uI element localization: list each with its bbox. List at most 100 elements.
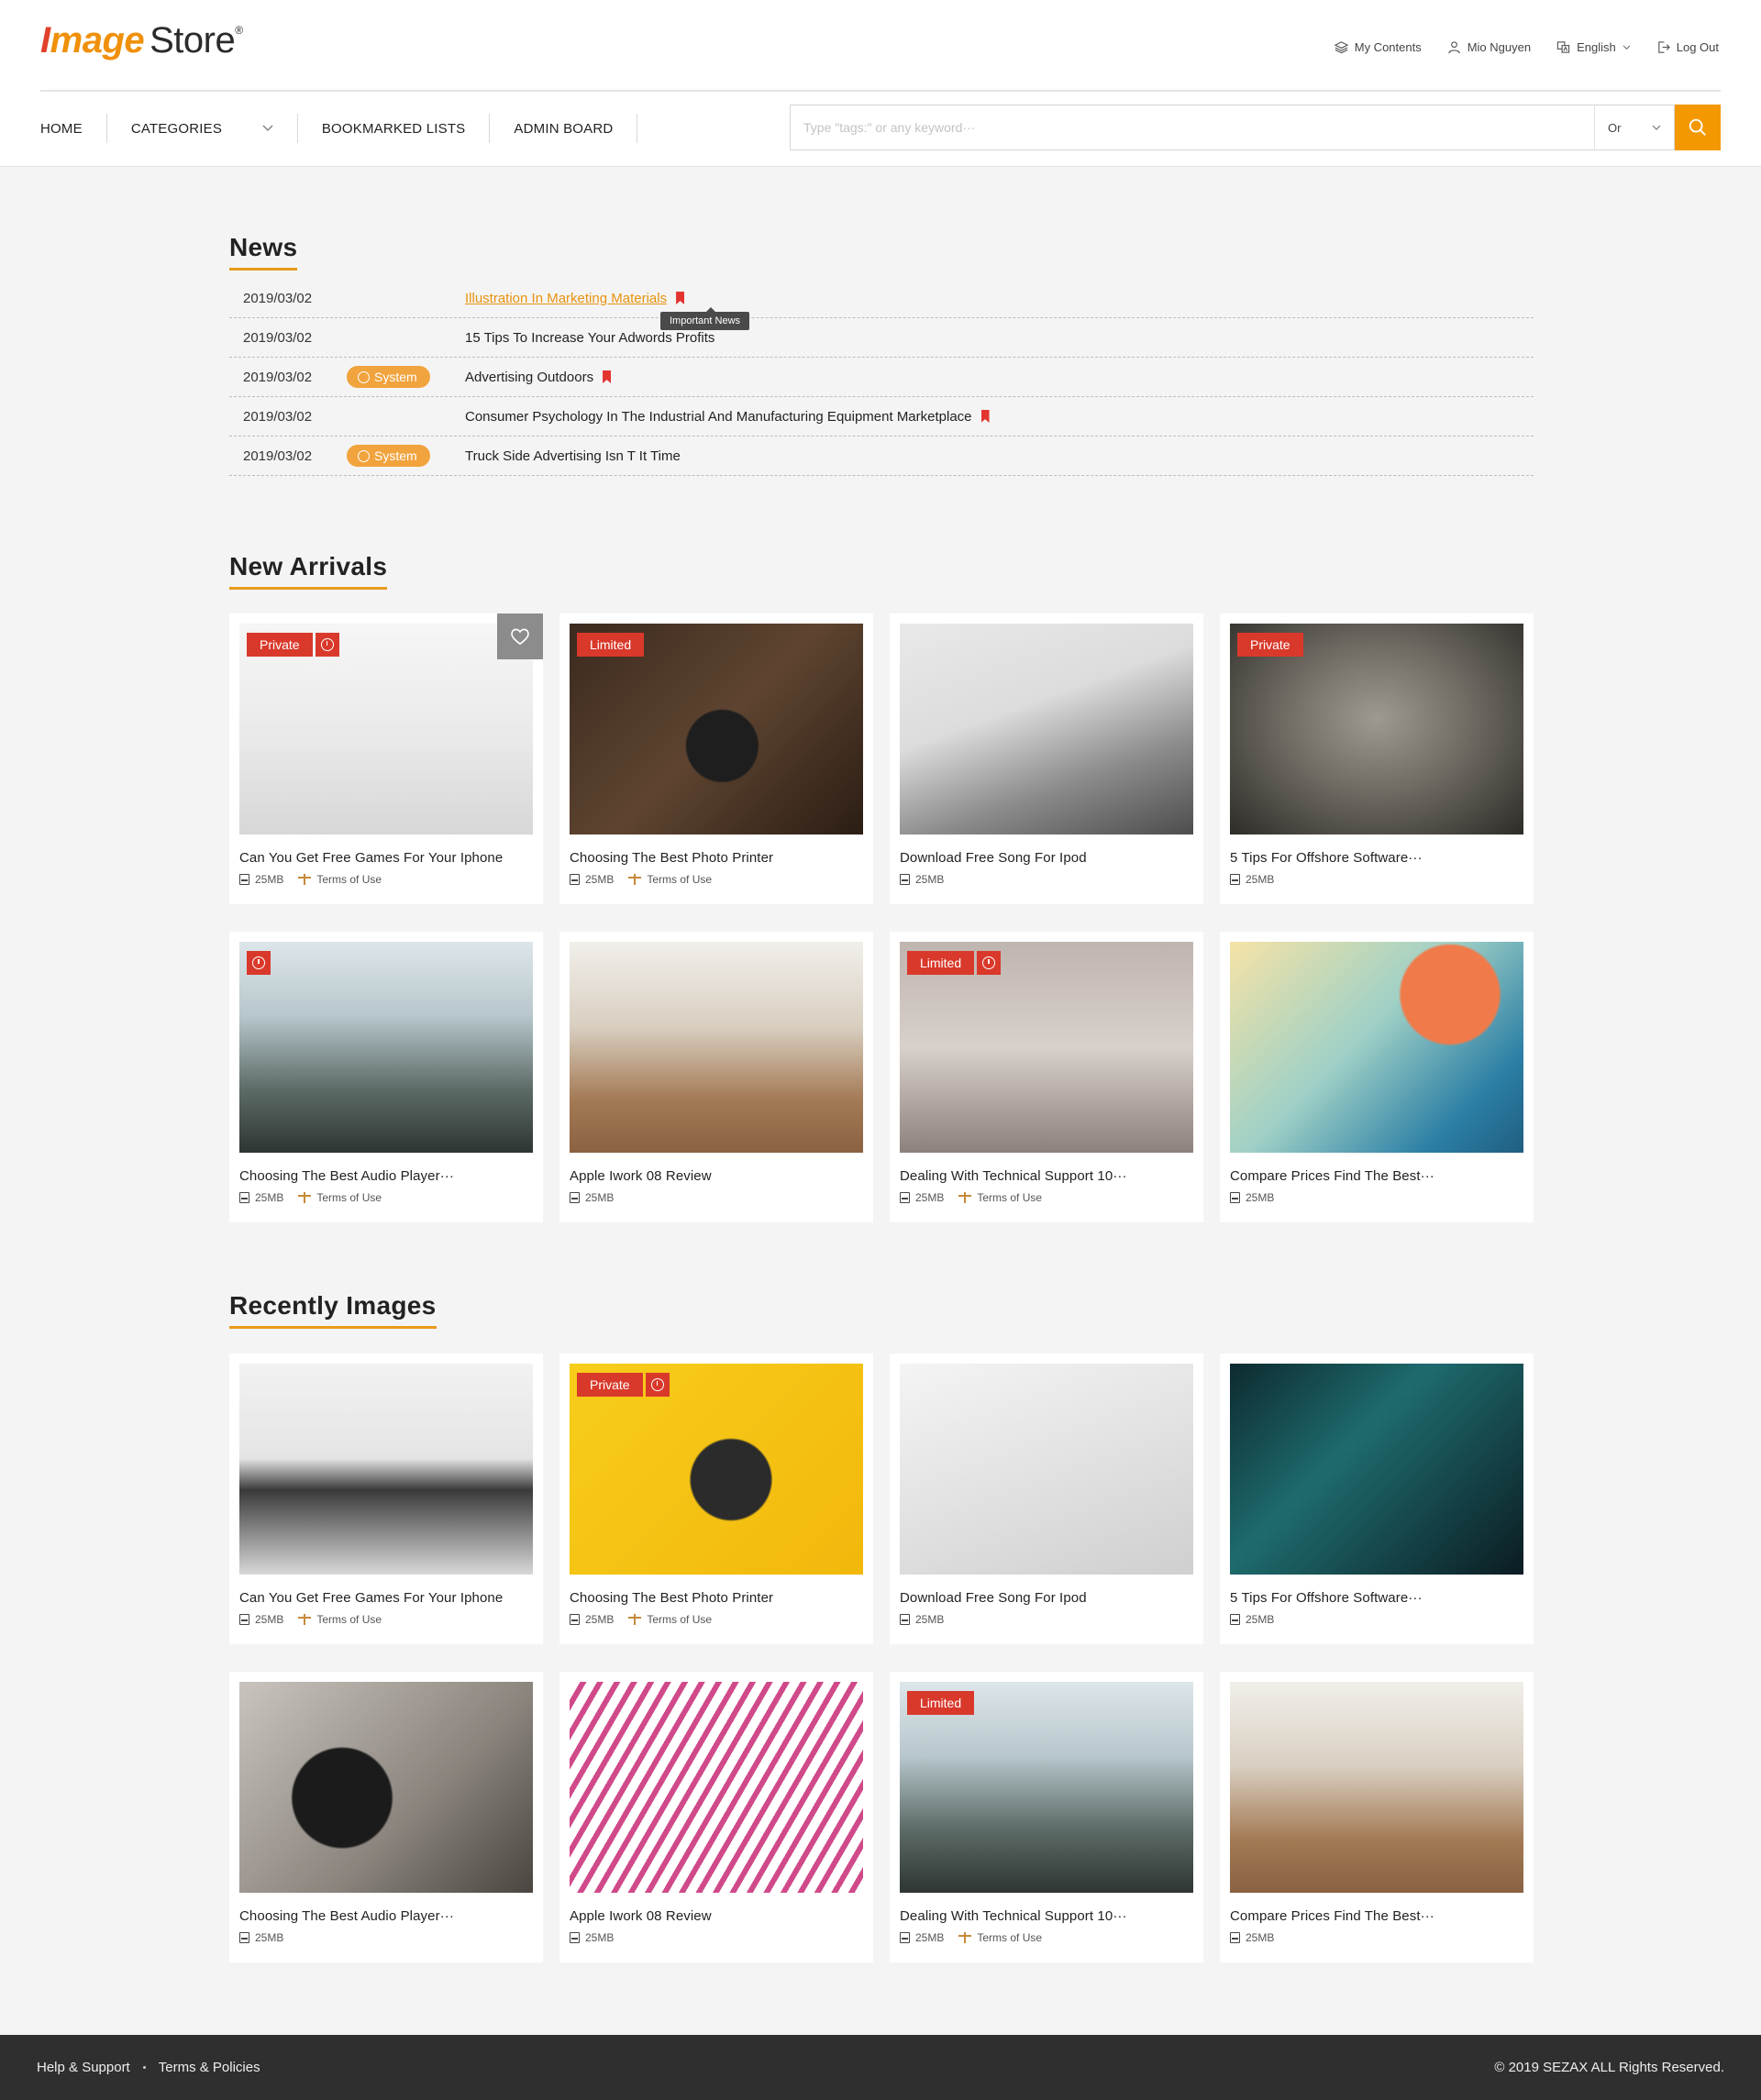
card-thumbnail[interactable] [239,942,533,1153]
card-title[interactable]: Can You Get Free Games For Your Iphone [239,850,533,866]
news-title-link[interactable]: Advertising Outdoors [465,370,612,385]
card-thumbnail[interactable]: Limited [570,624,863,834]
card-thumbnail[interactable] [1230,942,1523,1153]
card-tags: Private [577,1373,670,1397]
news-item[interactable]: 2019/03/02 Consumer Psychology In The In… [229,397,1534,437]
card-tags: Limited [907,951,1002,975]
news-item[interactable]: 2019/03/02 15 Tips To Increase Your Adwo… [229,318,1534,358]
news-title-link[interactable]: 15 Tips To Increase Your Adwords Profits [465,330,714,346]
image-card[interactable]: Can You Get Free Games For Your Iphone 25… [229,1354,543,1644]
file-icon [900,874,910,885]
image-card[interactable]: Limited Choosing The Best Photo Printer 25… [559,613,873,904]
card-thumbnail[interactable] [900,624,1193,834]
card-thumbnail[interactable]: Limited [900,1682,1193,1893]
logout-link[interactable]: Log Out [1656,40,1719,54]
image-card[interactable]: Download Free Song For Ipod 25MB [890,613,1203,904]
card-thumbnail[interactable] [900,1364,1193,1575]
nav-categories[interactable]: CATEGORIES [107,114,298,143]
image-card[interactable]: Compare Prices Find The Best··· 25MB [1220,932,1534,1222]
news-title-link[interactable]: Illustration In Marketing Materials [465,291,685,306]
card-thumbnail[interactable] [1230,1682,1523,1893]
file-size: 25MB [900,1613,944,1626]
card-thumbnail[interactable] [1230,1364,1523,1575]
image-card[interactable]: Private 5 Tips For Offshore Software··· 25… [1220,613,1534,904]
file-size-label: 25MB [585,1931,615,1944]
card-title[interactable]: Compare Prices Find The Best··· [1230,1908,1523,1924]
card-title[interactable]: Can You Get Free Games For Your Iphone [239,1590,533,1606]
help-support-link[interactable]: Help & Support [37,2060,130,2075]
image-card[interactable]: Apple Iwork 08 Review 25MB [559,932,873,1222]
image-card[interactable]: Choosing The Best Audio Player··· 25MB [229,1672,543,1962]
card-thumbnail[interactable]: Private [239,624,533,834]
scale-icon [628,874,642,885]
news-title-link[interactable]: Truck Side Advertising Isn T It Time [465,448,681,464]
news-item[interactable]: 2019/03/02 System Advertising Outdoors [229,358,1534,397]
card-thumbnail[interactable]: Limited [900,942,1193,1153]
card-title[interactable]: Download Free Song For Ipod [900,850,1193,866]
card-title[interactable]: Download Free Song For Ipod [900,1590,1193,1606]
search-input[interactable]: Type "tags:" or any keyword··· [790,105,1594,150]
file-size-label: 25MB [1246,1613,1275,1626]
nav-bookmarked-lists[interactable]: BOOKMARKED LISTS [298,114,491,143]
card-title[interactable]: Compare Prices Find The Best··· [1230,1168,1523,1184]
file-size: 25MB [239,1191,283,1204]
card-thumbnail[interactable]: Private [1230,624,1523,834]
card-title[interactable]: 5 Tips For Offshore Software··· [1230,850,1523,866]
image-card[interactable]: Private Choosing The Best Photo Printer 25… [559,1354,873,1644]
card-meta: 25MB [1230,873,1523,886]
news-title-link[interactable]: Consumer Psychology In The Industrial An… [465,409,990,425]
card-thumbnail[interactable]: Private [570,1364,863,1575]
image-card[interactable]: Private Can You Get Free Games For Your I… [229,613,543,904]
card-title[interactable]: Dealing With Technical Support 10··· [900,1168,1193,1184]
search-button[interactable] [1675,105,1721,150]
terms-of-use-link[interactable]: Terms of Use [298,873,382,886]
image-card[interactable]: Compare Prices Find The Best··· 25MB [1220,1672,1534,1962]
scale-icon [628,1614,642,1625]
image-card[interactable]: Choosing The Best Audio Player··· 25MB Ter… [229,932,543,1222]
news-item[interactable]: 2019/03/02 Illustration In Marketing Mat… [229,279,1534,330]
card-thumbnail[interactable] [570,1682,863,1893]
card-title[interactable]: Apple Iwork 08 Review [570,1908,863,1924]
card-title[interactable]: Choosing The Best Photo Printer [570,1590,863,1606]
terms-of-use-link[interactable]: Terms of Use [298,1191,382,1204]
card-thumbnail[interactable] [570,942,863,1153]
card-title[interactable]: Apple Iwork 08 Review [570,1168,863,1184]
image-card[interactable]: Limited Dealing With Technical Support 10… [890,1672,1203,1962]
image-card[interactable]: 5 Tips For Offshore Software··· 25MB [1220,1354,1534,1644]
card-title[interactable]: 5 Tips For Offshore Software··· [1230,1590,1523,1606]
terms-of-use-link[interactable]: Terms of Use [298,1613,382,1626]
news-date: 2019/03/02 [243,329,313,346]
favorite-button[interactable] [497,613,543,659]
news-item[interactable]: 2019/03/02 System Truck Side Advertising… [229,437,1534,476]
access-tag: Limited [907,951,975,975]
card-thumbnail[interactable] [239,1682,533,1893]
terms-of-use-link[interactable]: Terms of Use [628,873,712,886]
my-contents-link[interactable]: My Contents [1334,40,1422,54]
card-title[interactable]: Choosing The Best Audio Player··· [239,1908,533,1924]
user-menu[interactable]: Mio Nguyen [1447,40,1531,54]
file-icon [570,874,580,885]
image-card[interactable]: Limited Dealing With Technical Support 10… [890,932,1203,1222]
card-thumbnail[interactable] [239,1364,533,1575]
language-select[interactable]: English [1556,40,1631,54]
terms-label: Terms of Use [647,873,713,886]
access-tag: Limited [577,633,645,657]
terms-of-use-link[interactable]: Terms of Use [958,1931,1042,1944]
terms-of-use-link[interactable]: Terms of Use [958,1191,1042,1204]
search-mode-select[interactable]: Or [1594,105,1675,150]
card-title[interactable]: Dealing With Technical Support 10··· [900,1908,1193,1924]
nav-home[interactable]: HOME [40,114,107,143]
search-mode-value: Or [1608,120,1622,135]
terms-of-use-link[interactable]: Terms of Use [628,1613,712,1626]
image-card[interactable]: Apple Iwork 08 Review 25MB [559,1672,873,1962]
card-title[interactable]: Choosing The Best Photo Printer [570,850,863,866]
nav-admin-board[interactable]: ADMIN BOARD [490,114,638,143]
language-label: English [1577,40,1616,54]
image-card[interactable]: Download Free Song For Ipod 25MB [890,1354,1203,1644]
card-title[interactable]: Choosing The Best Audio Player··· [239,1168,533,1184]
terms-policies-link[interactable]: Terms & Policies [159,2060,260,2075]
file-size: 25MB [900,1191,944,1204]
site-logo[interactable]: Image Store® [40,20,243,75]
file-size: 25MB [900,1931,944,1944]
new-arrivals-grid: Private Can You Get Free Games For Your I… [229,613,1534,1222]
